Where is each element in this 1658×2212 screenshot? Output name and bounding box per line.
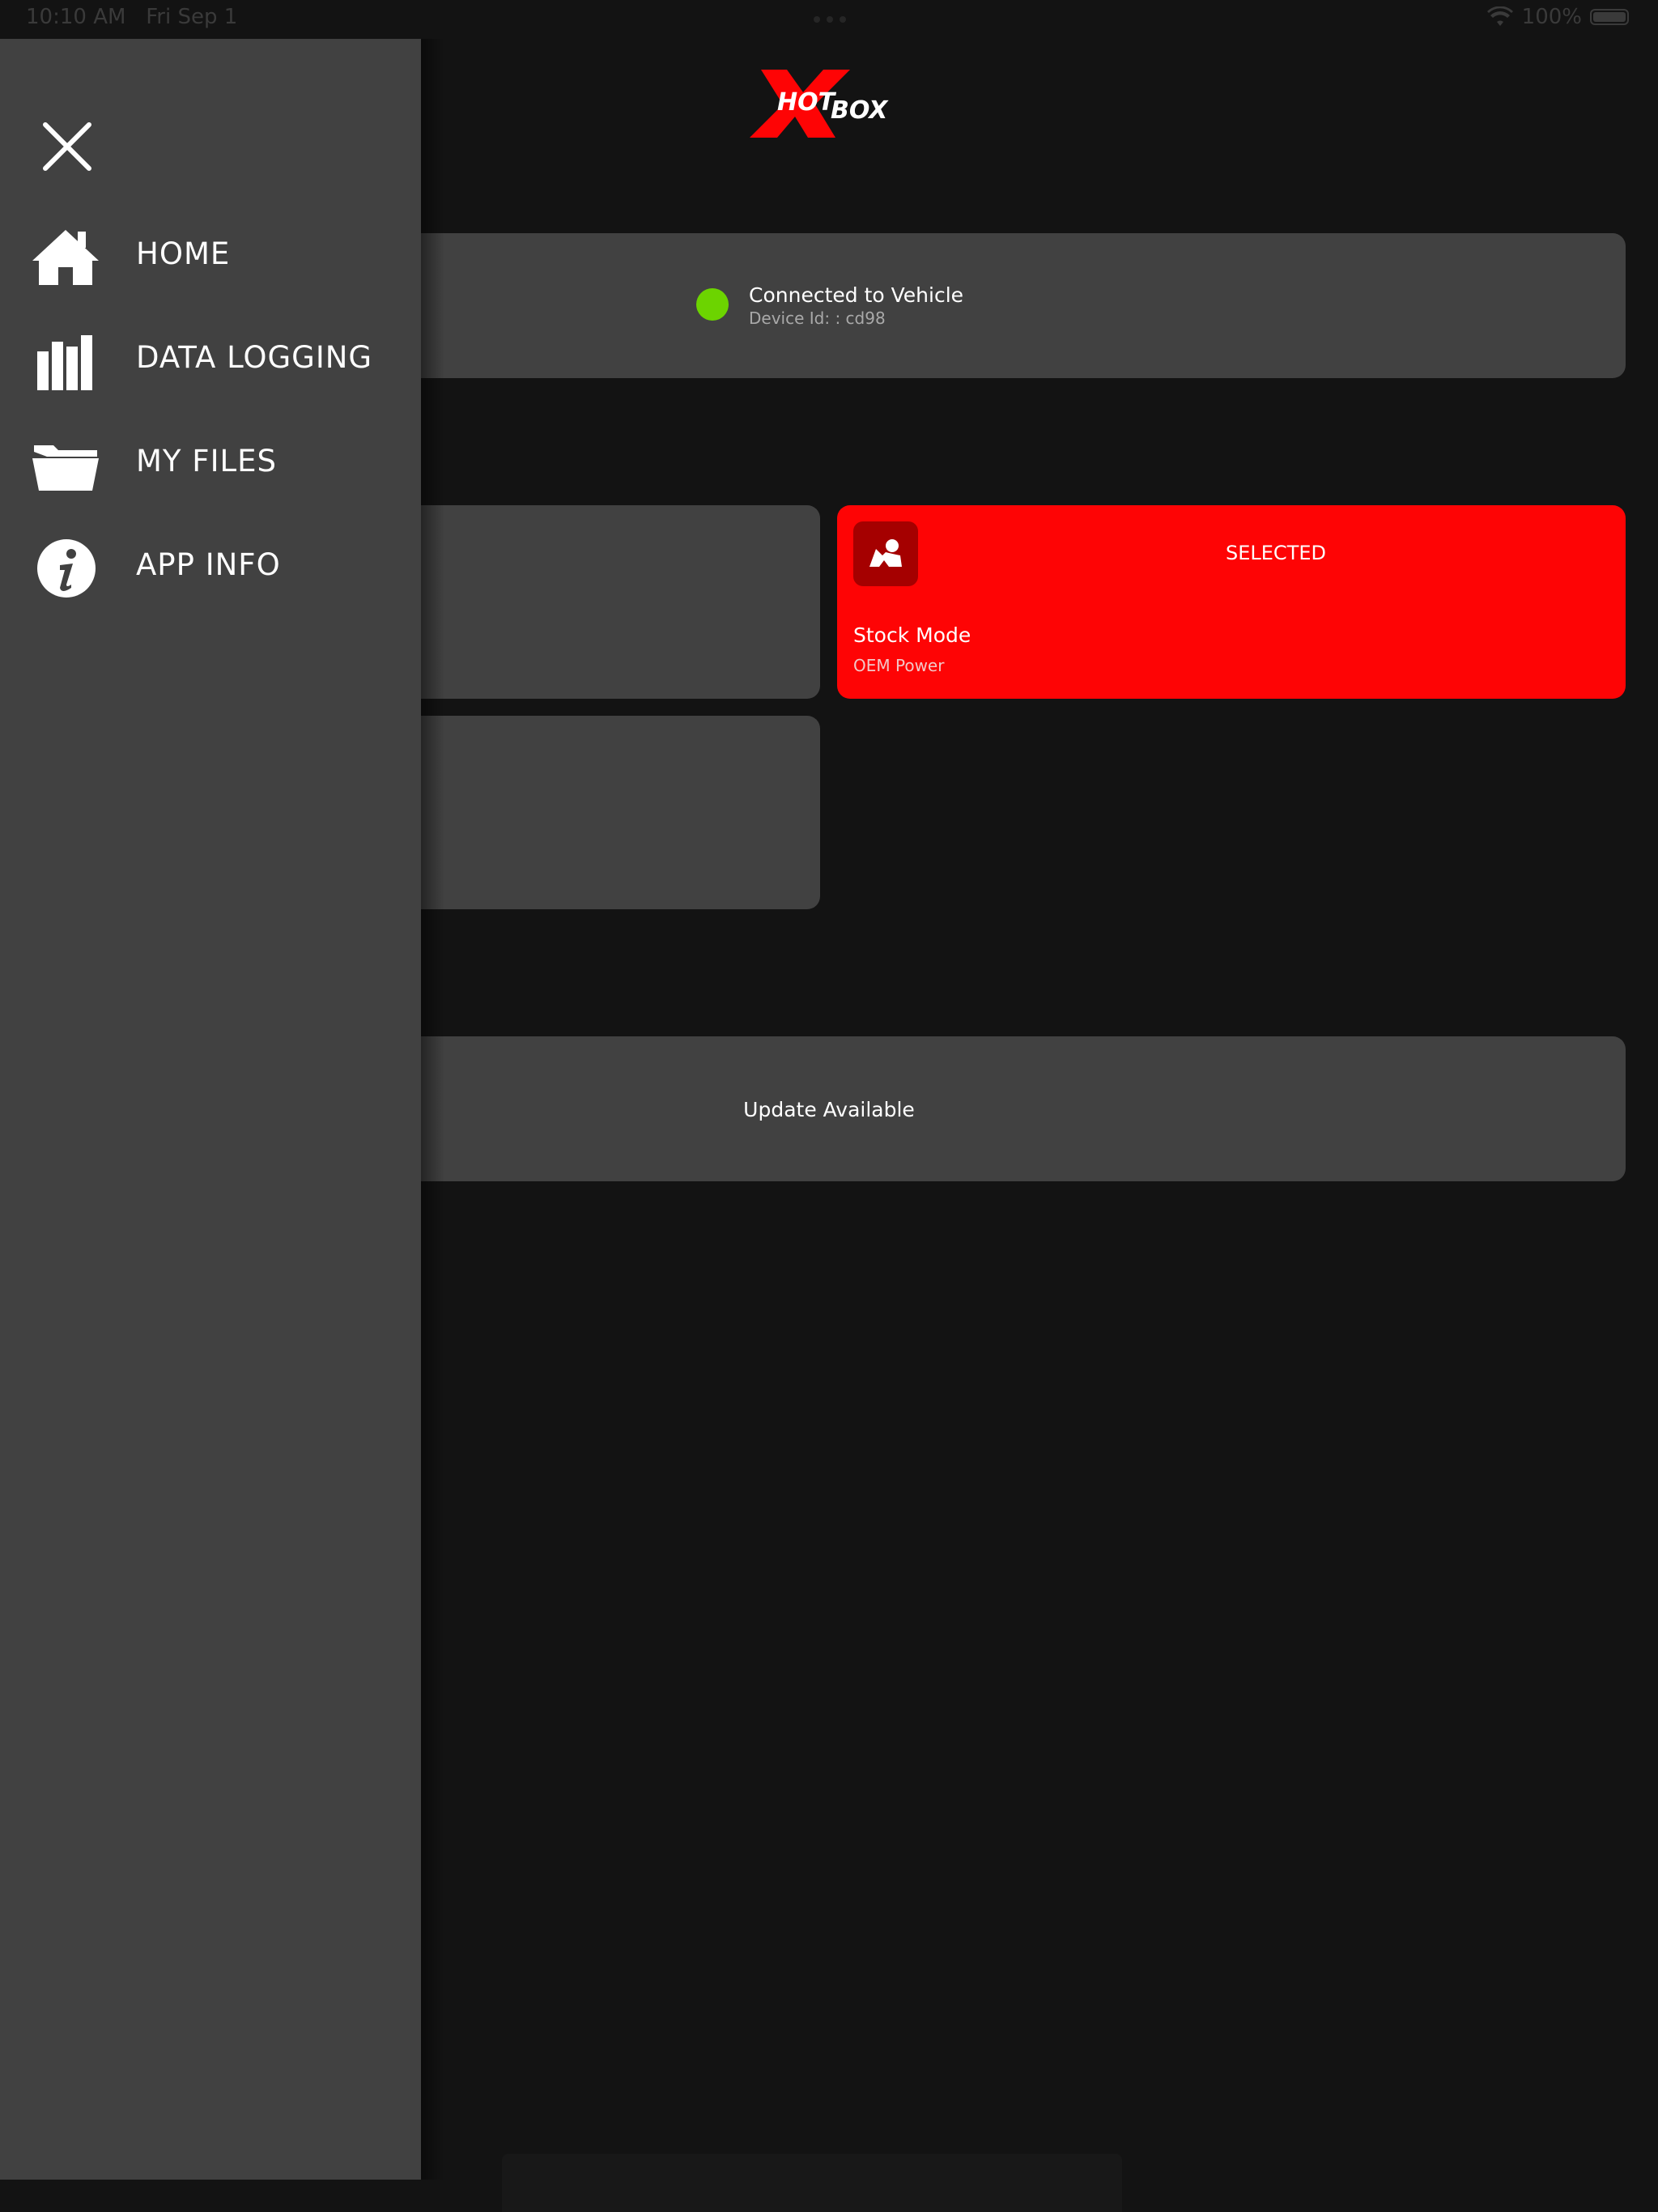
status-date-value: Fri Sep 1 xyxy=(146,5,238,29)
mode-title: Stock Mode xyxy=(853,623,971,647)
app-screen: 10:10 AM Fri Sep 1 100% HOT BOX Connecte… xyxy=(0,0,1658,2212)
nav-label-data-logging: DATA LOGGING xyxy=(136,340,373,375)
device-id: Device Id: : cd98 xyxy=(749,308,886,328)
logo-text-box: BOX xyxy=(831,96,889,125)
wifi-icon xyxy=(1486,6,1513,26)
side-drawer: HOME DATA LOGGING MY FILES APP INFO xyxy=(0,39,421,2180)
nav-label-my-files: MY FILES xyxy=(136,444,277,479)
mode-subtitle: OEM Power xyxy=(853,656,945,675)
status-time: 10:10 AM Fri Sep 1 xyxy=(26,5,237,29)
selected-badge: SELECTED xyxy=(1226,542,1326,564)
data-logging-icon xyxy=(37,335,92,390)
connection-title: Connected to Vehicle xyxy=(749,283,964,307)
hotbox-logo: HOT BOX xyxy=(750,70,889,138)
close-icon[interactable] xyxy=(39,118,96,175)
battery-percent: 100% xyxy=(1521,5,1582,29)
nav-label-home: HOME xyxy=(136,236,231,271)
status-bar: 10:10 AM Fri Sep 1 100% xyxy=(0,0,1658,37)
nav-label-app-info: APP INFO xyxy=(136,547,281,582)
nav-item-my-files[interactable]: MY FILES xyxy=(0,415,421,504)
status-time-value: 10:10 AM xyxy=(26,5,126,29)
info-icon xyxy=(37,539,96,598)
nav-item-app-info[interactable]: APP INFO xyxy=(0,518,421,607)
nav-item-home[interactable]: HOME xyxy=(0,207,421,296)
bottom-handle-area xyxy=(502,2154,1122,2212)
status-indicators: 100% xyxy=(1486,5,1629,29)
battery-icon xyxy=(1590,9,1629,25)
stock-mode-card[interactable]: SELECTED Stock Mode OEM Power xyxy=(837,505,1626,699)
folder-icon xyxy=(32,445,99,491)
multitask-indicator[interactable] xyxy=(811,16,848,23)
drawer-shadow xyxy=(420,39,444,2180)
logo-text-hot: HOT xyxy=(777,88,837,117)
home-icon xyxy=(32,230,99,285)
connection-status-dot xyxy=(696,288,729,321)
nav-item-data-logging[interactable]: DATA LOGGING xyxy=(0,311,421,400)
